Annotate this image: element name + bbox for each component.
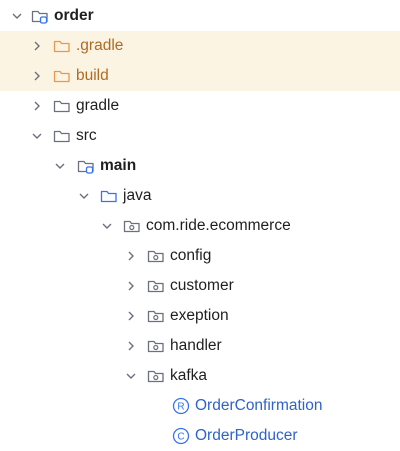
- tree-item-gradle[interactable]: gradle: [0, 91, 400, 121]
- tree-item-kafka[interactable]: kafka: [0, 361, 400, 391]
- tree-item-label: customer: [170, 277, 234, 294]
- package-icon: [147, 277, 165, 295]
- tree-item-build[interactable]: build: [0, 61, 400, 91]
- chevron-right-icon[interactable]: [124, 279, 138, 293]
- chevron-down-icon[interactable]: [100, 219, 114, 233]
- tree-item-label: handler: [170, 337, 222, 354]
- excluded-folder-icon: [53, 67, 71, 85]
- chevron-down-icon[interactable]: [124, 369, 138, 383]
- module-folder-icon: [77, 157, 95, 175]
- chevron-right-icon[interactable]: [124, 249, 138, 263]
- tree-item-label: .gradle: [76, 37, 124, 54]
- tree-item-label: config: [170, 247, 212, 264]
- chevron-right-icon[interactable]: [30, 99, 44, 113]
- tree-item-handler[interactable]: handler: [0, 331, 400, 361]
- source-folder-icon: [100, 187, 118, 205]
- tree-item-main[interactable]: main: [0, 151, 400, 181]
- tree-item-src[interactable]: src: [0, 121, 400, 151]
- tree-item-dot-gradle[interactable]: .gradle: [0, 31, 400, 61]
- tree-item-label: java: [123, 187, 152, 204]
- tree-item-label: gradle: [76, 97, 120, 114]
- package-icon: [147, 247, 165, 265]
- folder-icon: [53, 127, 71, 145]
- record-badge: R: [177, 402, 184, 413]
- package-icon: [147, 337, 165, 355]
- package-icon: [123, 217, 141, 235]
- class-badge: C: [177, 432, 184, 443]
- tree-item-com-ride-ecommerce[interactable]: com.ride.ecommerce: [0, 211, 400, 241]
- tree-item-order[interactable]: order: [0, 1, 400, 31]
- class-icon: C: [172, 427, 190, 445]
- tree-item-label: exeption: [170, 307, 229, 324]
- tree-item-label: order: [54, 7, 94, 24]
- chevron-down-icon[interactable]: [10, 9, 24, 23]
- chevron-right-icon[interactable]: [124, 309, 138, 323]
- tree-item-label: main: [100, 157, 137, 174]
- tree-item-exeption[interactable]: exeption: [0, 301, 400, 331]
- tree-item-order-producer[interactable]: C OrderProducer: [0, 421, 400, 451]
- chevron-right-icon[interactable]: [124, 339, 138, 353]
- package-icon: [147, 367, 165, 385]
- tree-item-order-confirmation[interactable]: R OrderConfirmation: [0, 391, 400, 421]
- tree-item-label: OrderConfirmation: [195, 397, 323, 414]
- tree-item-label: src: [76, 127, 97, 144]
- package-icon: [147, 307, 165, 325]
- chevron-down-icon[interactable]: [53, 159, 67, 173]
- chevron-right-icon[interactable]: [30, 69, 44, 83]
- tree-item-label: com.ride.ecommerce: [146, 217, 291, 234]
- tree-item-label: OrderProducer: [195, 427, 298, 444]
- excluded-folder-icon: [53, 37, 71, 55]
- module-folder-icon: [31, 7, 49, 25]
- chevron-right-icon[interactable]: [30, 39, 44, 53]
- tree-item-label: kafka: [170, 367, 208, 384]
- tree-item-config[interactable]: config: [0, 241, 400, 271]
- folder-icon: [53, 97, 71, 115]
- tree-item-java[interactable]: java: [0, 181, 400, 211]
- record-icon: R: [172, 397, 190, 415]
- chevron-down-icon[interactable]: [77, 189, 91, 203]
- tree-item-customer[interactable]: customer: [0, 271, 400, 301]
- project-tree: { "tree": { "items": [ {"label": "order"…: [0, 0, 400, 450]
- chevron-down-icon[interactable]: [30, 129, 44, 143]
- tree-item-label: build: [76, 67, 109, 84]
